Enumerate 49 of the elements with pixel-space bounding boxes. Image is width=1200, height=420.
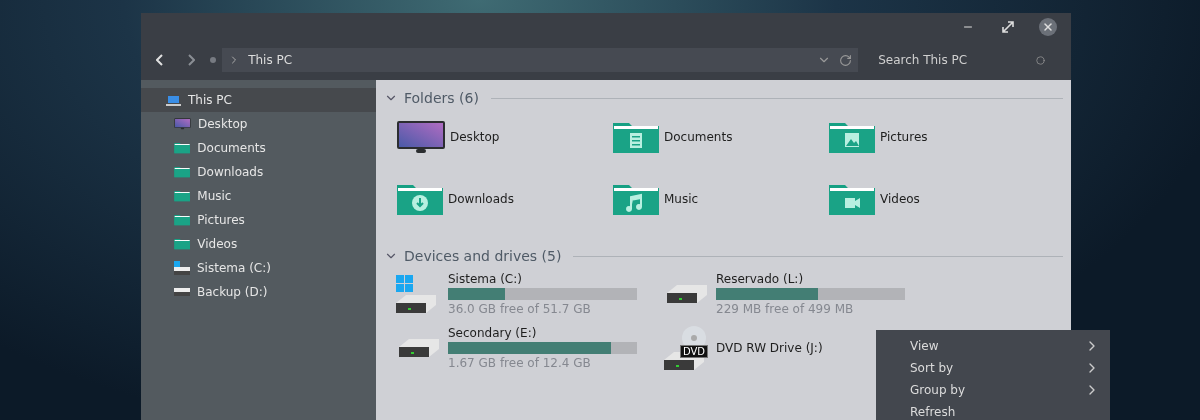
- monitor-icon: [174, 118, 191, 130]
- group-title[interactable]: Devices and drives (5): [404, 248, 562, 264]
- restore-icon: [1002, 20, 1014, 33]
- hard-drive-icon: [664, 285, 710, 303]
- drive-name[interactable]: Secondary (E:): [448, 326, 637, 340]
- refresh-icon[interactable]: [839, 53, 853, 67]
- sidebar-item[interactable]: Music: [141, 184, 376, 208]
- drive-name[interactable]: Sistema (C:): [448, 272, 637, 286]
- hard-drive-icon: [174, 267, 190, 275]
- sidebar-item[interactable]: This PC: [141, 88, 376, 112]
- drive-name[interactable]: Reservado (L:): [716, 272, 905, 286]
- menu-item[interactable]: Refresh: [876, 401, 1110, 420]
- close-button[interactable]: [1039, 17, 1057, 36]
- sidebar-item[interactable]: Downloads: [141, 160, 376, 184]
- menu-item[interactable]: Group by: [876, 379, 1110, 401]
- hard-drive-icon: [396, 339, 442, 357]
- free-space-text: 229 MB free of 499 MB: [716, 302, 855, 316]
- search-icon[interactable]: [1036, 55, 1045, 65]
- folder-icon: [174, 238, 191, 250]
- laptop-icon: [166, 94, 181, 106]
- close-icon: [1042, 20, 1054, 33]
- address-path: This PC: [248, 53, 294, 67]
- folder-icon: [174, 190, 191, 202]
- folder-icon: [174, 214, 191, 226]
- free-space-text: 1.67 GB free of 12.4 GB: [448, 356, 592, 370]
- folder-icon: [174, 166, 191, 178]
- folder-icon: [174, 142, 191, 154]
- folder-item[interactable]: Videos: [828, 178, 1044, 220]
- folder-item[interactable]: Downloads: [396, 178, 612, 220]
- dvd-label: DVD: [680, 345, 709, 358]
- sidebar-item[interactable]: Backup (D:): [141, 280, 376, 304]
- menu-item[interactable]: Sort by: [876, 357, 1110, 379]
- hard-drive-icon: [174, 288, 190, 296]
- address-bar[interactable]: This PC: [222, 48, 859, 72]
- drive-name[interactable]: DVD RW Drive (J:): [716, 341, 823, 355]
- group-title[interactable]: Folders (6): [404, 90, 479, 106]
- folder-item[interactable]: Pictures: [828, 116, 1044, 158]
- folder-item[interactable]: Desktop: [396, 116, 612, 158]
- hard-drive-icon: [396, 295, 436, 313]
- sidebar-item[interactable]: Sistema (C:): [141, 256, 376, 280]
- sidebar-item[interactable]: Videos: [141, 232, 376, 256]
- sidebar-item[interactable]: Documents: [141, 136, 376, 160]
- sidebar-item[interactable]: Pictures: [141, 208, 376, 232]
- menu-item[interactable]: View: [876, 335, 1110, 357]
- monitor-icon: [396, 120, 446, 154]
- folder-item[interactable]: Documents: [612, 116, 828, 158]
- folder-item[interactable]: Music: [612, 178, 828, 220]
- free-space-text: 36.0 GB free of 51.7 GB: [448, 302, 592, 316]
- sidebar-item[interactable]: Desktop: [141, 112, 376, 136]
